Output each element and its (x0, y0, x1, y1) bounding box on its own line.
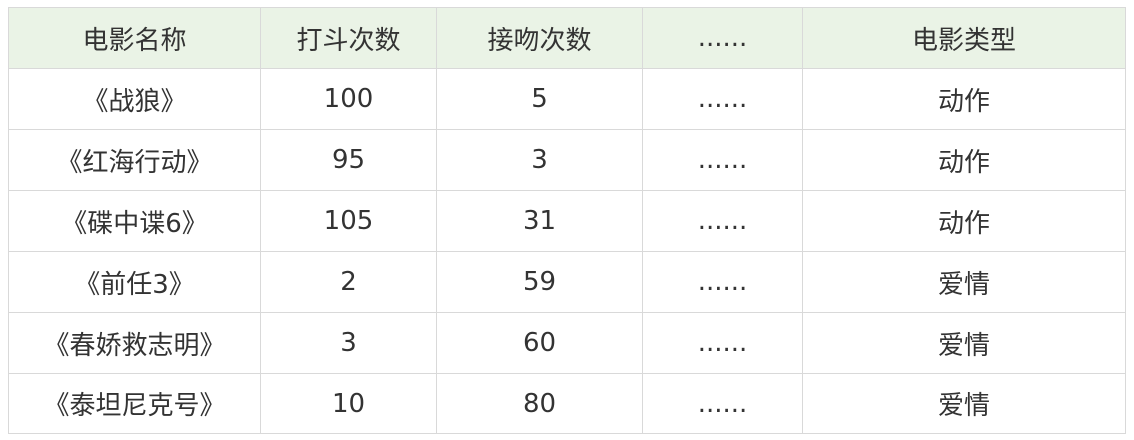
cell-movie-type: 动作 (802, 129, 1126, 191)
table-row: 《红海行动》 95 3 ...... 动作 (8, 129, 1126, 191)
table-row: 《前任3》 2 59 ...... 爱情 (8, 251, 1126, 313)
page: 电影名称 打斗次数 接吻次数 ...... 电影类型 《战狼》 100 5 ..… (0, 0, 1134, 440)
cell-fight-count: 105 (260, 190, 437, 252)
cell-ellipsis: ...... (642, 68, 803, 130)
cell-kiss-count: 59 (436, 251, 643, 313)
cell-movie-name: 《泰坦尼克号》 (8, 373, 261, 434)
cell-ellipsis: ...... (642, 190, 803, 252)
cell-movie-type: 爱情 (802, 312, 1126, 374)
header-movie-name: 电影名称 (8, 7, 261, 69)
cell-kiss-count: 31 (436, 190, 643, 252)
movie-table: 电影名称 打斗次数 接吻次数 ...... 电影类型 《战狼》 100 5 ..… (8, 7, 1126, 434)
cell-movie-name: 《战狼》 (8, 68, 261, 130)
cell-movie-name: 《春娇救志明》 (8, 312, 261, 374)
cell-ellipsis: ...... (642, 129, 803, 191)
table-row: 《春娇救志明》 3 60 ...... 爱情 (8, 312, 1126, 374)
cell-fight-count: 95 (260, 129, 437, 191)
cell-movie-name: 《碟中谍6》 (8, 190, 261, 252)
cell-kiss-count: 80 (436, 373, 643, 434)
cell-movie-type: 爱情 (802, 373, 1126, 434)
header-fight-count: 打斗次数 (260, 7, 437, 69)
cell-kiss-count: 60 (436, 312, 643, 374)
cell-movie-type: 爱情 (802, 251, 1126, 313)
cell-movie-name: 《红海行动》 (8, 129, 261, 191)
header-ellipsis: ...... (642, 7, 803, 69)
cell-fight-count: 3 (260, 312, 437, 374)
cell-fight-count: 100 (260, 68, 437, 130)
cell-movie-type: 动作 (802, 190, 1126, 252)
cell-movie-type: 动作 (802, 68, 1126, 130)
header-movie-type: 电影类型 (802, 7, 1126, 69)
table-header: 电影名称 打斗次数 接吻次数 ...... 电影类型 (8, 7, 1126, 69)
cell-ellipsis: ...... (642, 312, 803, 374)
header-kiss-count: 接吻次数 (436, 7, 643, 69)
cell-kiss-count: 3 (436, 129, 643, 191)
header-row: 电影名称 打斗次数 接吻次数 ...... 电影类型 (8, 7, 1126, 69)
cell-fight-count: 2 (260, 251, 437, 313)
cell-kiss-count: 5 (436, 68, 643, 130)
table-row: 《泰坦尼克号》 10 80 ...... 爱情 (8, 373, 1126, 434)
table-row: 《战狼》 100 5 ...... 动作 (8, 68, 1126, 130)
cell-movie-name: 《前任3》 (8, 251, 261, 313)
cell-fight-count: 10 (260, 373, 437, 434)
cell-ellipsis: ...... (642, 373, 803, 434)
table-body: 《战狼》 100 5 ...... 动作 《红海行动》 95 3 ...... … (8, 68, 1126, 434)
cell-ellipsis: ...... (642, 251, 803, 313)
table-row: 《碟中谍6》 105 31 ...... 动作 (8, 190, 1126, 252)
